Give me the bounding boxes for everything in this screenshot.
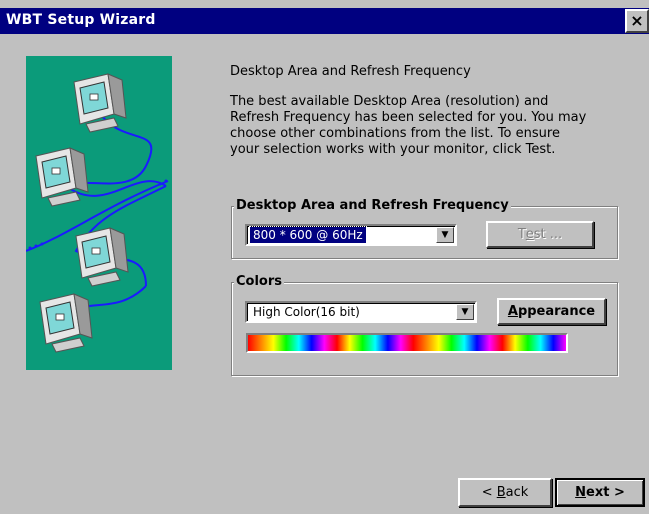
appearance-accelerator: A xyxy=(507,304,518,319)
colors-selected-value: High Color(16 bit) xyxy=(253,305,360,319)
appearance-button[interactable]: Appearance xyxy=(497,298,606,325)
next-accelerator: N xyxy=(575,485,587,500)
test-button-label-pre: T xyxy=(517,227,526,242)
back-button[interactable]: < Back xyxy=(458,478,552,507)
desktop-area-dropdown[interactable]: 800 * 600 @ 60Hz ▼ xyxy=(245,224,457,246)
close-button[interactable]: × xyxy=(625,9,649,33)
page-description: The best available Desktop Area (resolut… xyxy=(230,94,587,157)
title-bar: WBT Setup Wizard × xyxy=(0,8,649,34)
desktop-area-group-label: Desktop Area and Refresh Frequency xyxy=(234,198,511,213)
back-button-label: ack xyxy=(505,485,529,500)
test-button-label-post: st ... xyxy=(533,227,563,242)
color-spectrum-preview xyxy=(246,333,568,353)
next-button-label: ext > xyxy=(586,485,625,500)
desktop-area-selected-value: 800 * 600 @ 60Hz xyxy=(249,226,367,244)
back-accelerator: B xyxy=(496,485,506,500)
setup-wizard-window: WBT Setup Wizard × Desktop Area and Refr… xyxy=(0,0,649,514)
colors-group: Colors xyxy=(231,274,618,376)
back-button-prefix: < xyxy=(481,485,497,500)
close-icon: × xyxy=(630,11,644,30)
test-button[interactable]: Te st ... xyxy=(486,221,594,248)
chevron-down-icon[interactable]: ▼ xyxy=(456,304,474,320)
page-heading: Desktop Area and Refresh Frequency xyxy=(230,64,471,79)
colors-dropdown[interactable]: High Color(16 bit) ▼ xyxy=(245,301,477,323)
colors-group-label: Colors xyxy=(234,274,285,289)
window-title: WBT Setup Wizard xyxy=(6,12,156,28)
test-button-accelerator: e xyxy=(525,227,534,242)
appearance-button-label: ppearance xyxy=(517,304,596,319)
chevron-down-icon[interactable]: ▼ xyxy=(436,227,454,243)
next-button[interactable]: Next > xyxy=(555,478,645,507)
networked-monitors-illustration xyxy=(26,56,172,370)
